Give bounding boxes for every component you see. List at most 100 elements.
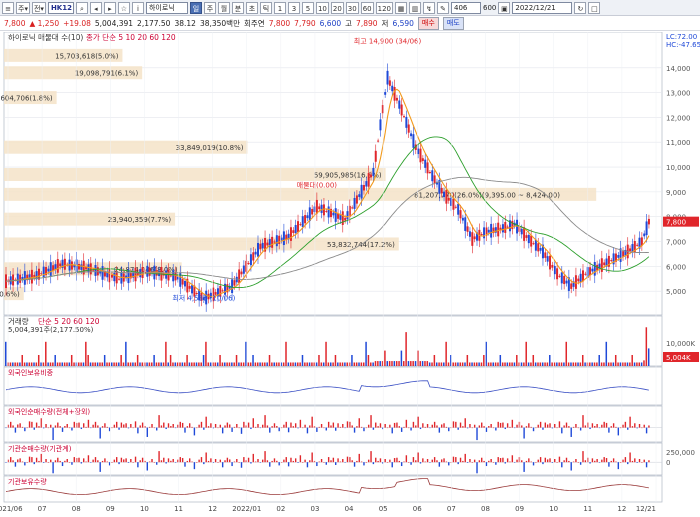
candle-body [551, 264, 554, 268]
chart-settings-icon[interactable]: ▦ [395, 1, 407, 14]
refresh-icon[interactable]: ↻ [574, 1, 587, 14]
stock-code-input[interactable]: HK12 [47, 1, 74, 14]
prev-icon[interactable]: ◂ [89, 1, 102, 14]
period-30-button[interactable]: 30 [345, 1, 359, 14]
indicator-bar [165, 462, 167, 464]
period-second-button[interactable]: 초 [245, 1, 258, 14]
period-week-button[interactable]: 주 [203, 1, 216, 14]
chart-area[interactable]: 14,00013,00012,00011,00010,0009,0008,000… [0, 31, 700, 515]
indicator-bar [379, 458, 382, 463]
period-tick-button[interactable]: 틱 [259, 1, 272, 14]
info-icon[interactable]: i [131, 1, 144, 14]
calendar-icon[interactable]: ▣ [498, 1, 511, 14]
indicator-bar [193, 462, 196, 470]
candle-body [188, 286, 191, 289]
indicator-bar [71, 462, 73, 465]
period-day-button[interactable]: 일 [189, 1, 202, 14]
indicator-icon[interactable]: ↯ [423, 1, 435, 14]
indicator-bar [330, 460, 332, 463]
indicator-bar [165, 427, 167, 430]
candle-body [556, 268, 559, 280]
indicator-bar [624, 421, 627, 428]
indicator-bar [318, 426, 320, 428]
volume-bar [527, 362, 530, 366]
indicator-bar [238, 427, 240, 429]
stock-chart-svg[interactable]: 14,00013,00012,00011,00010,0009,0008,000… [0, 31, 700, 515]
period-minute-button[interactable]: 분 [231, 1, 244, 14]
volume-bar [240, 362, 243, 366]
indicator-bar [332, 457, 335, 463]
volume-bar [607, 362, 610, 366]
price-change: ▲ 1,250 [29, 19, 60, 28]
candle-body [181, 279, 184, 285]
indicator-bar [83, 423, 85, 428]
candle-body [443, 191, 446, 198]
volume-bar [271, 362, 273, 366]
period-120-button[interactable]: 120 [375, 1, 393, 14]
indicator-bar [5, 462, 7, 463]
favorite-icon[interactable]: ☆ [117, 1, 130, 14]
indicator-bar [521, 425, 523, 428]
indicator-bar [217, 462, 219, 463]
sell-button[interactable]: 매도 [442, 17, 464, 30]
window-icon[interactable]: □ [588, 1, 601, 14]
indicator-bar [459, 422, 462, 428]
indicator-bar [535, 462, 537, 463]
indicator-bar [601, 424, 603, 428]
search-icon[interactable]: ⌕ [75, 1, 88, 14]
volume-bar [179, 362, 181, 366]
indicator-bar [299, 455, 302, 463]
period-60-button[interactable]: 60 [360, 1, 374, 14]
indicator-bar [415, 425, 417, 428]
volume-bar [115, 362, 118, 366]
candle-body [313, 206, 316, 212]
indicator-bar [462, 426, 464, 428]
indicator-bar [342, 459, 344, 463]
indicator-bar [365, 427, 368, 429]
volume-bar [12, 362, 14, 366]
date-input[interactable]: 2022/12/21 [512, 1, 573, 14]
candle-body [247, 263, 250, 265]
period-10-button[interactable]: 10 [315, 1, 329, 14]
indicator-bar [641, 462, 643, 463]
drawing-icon[interactable]: ✎ [437, 1, 449, 14]
indicator-bar [473, 459, 476, 463]
indicator-bar [349, 421, 351, 428]
next-icon[interactable]: ▸ [103, 1, 116, 14]
menu-icon[interactable]: ≡ [2, 1, 14, 14]
candle-body [403, 116, 406, 118]
volume-bar [487, 362, 490, 366]
volume-bar [351, 355, 353, 366]
indicator-bar [24, 462, 26, 466]
indicator-bar [598, 427, 601, 429]
candle-body [480, 234, 483, 236]
indicator-bar [127, 462, 130, 463]
period-1-button[interactable]: 1 [273, 1, 286, 14]
period-20-button[interactable]: 20 [330, 1, 344, 14]
count-input[interactable]: 406 [451, 1, 481, 14]
candle-body [183, 280, 186, 287]
x-tick-label: 12 [208, 505, 217, 513]
volume-bar [198, 362, 200, 366]
indicator-bar [276, 460, 278, 463]
stock-select-dropdown[interactable]: 전▾ [31, 1, 46, 14]
indicator-bar [363, 427, 365, 432]
candle-body [362, 185, 365, 191]
period-month-button[interactable]: 월 [217, 1, 230, 14]
indicator-bar [71, 427, 73, 431]
volume-bar [247, 362, 250, 366]
volume-bar [395, 361, 398, 366]
indicator-bar [250, 427, 252, 430]
candle-body [516, 219, 519, 234]
candle-body [355, 195, 358, 204]
volume-bar [221, 362, 224, 366]
indicator-bar [323, 427, 325, 429]
volume-bar [52, 362, 54, 366]
buy-button[interactable]: 매수 [417, 17, 439, 30]
indicator-bar [457, 462, 459, 465]
period-3-button[interactable]: 3 [287, 1, 300, 14]
indicator-bar [636, 462, 638, 463]
period-5-button[interactable]: 5 [301, 1, 314, 14]
stock-type-dropdown[interactable]: 주▾ [16, 1, 30, 14]
chart-type-icon[interactable]: ▥ [409, 1, 421, 14]
